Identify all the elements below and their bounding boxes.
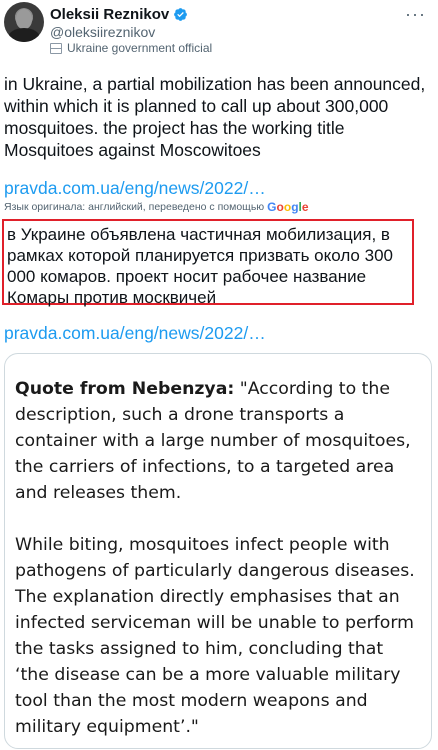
translated-article-link[interactable]: pravda.com.ua/eng/news/2022/… bbox=[4, 323, 266, 344]
translation-attribution: Язык оригинала: английский, переведено с… bbox=[4, 200, 309, 214]
government-flag-icon bbox=[50, 42, 62, 54]
quote-image-card[interactable]: Quote from Nebenzya: "According to the d… bbox=[4, 353, 432, 749]
translated-text: в Украине объявлена частичная мобилизаци… bbox=[7, 225, 393, 307]
quote-paragraph-2: While biting, mosquitoes infect people w… bbox=[15, 535, 415, 737]
avatar[interactable] bbox=[4, 2, 44, 42]
article-link[interactable]: pravda.com.ua/eng/news/2022/… bbox=[4, 178, 266, 199]
author-handle[interactable]: @oleksiireznikov bbox=[50, 24, 155, 40]
avatar-face bbox=[16, 9, 32, 29]
affiliation-text: Ukraine government official bbox=[67, 41, 213, 55]
verified-badge-icon bbox=[174, 8, 188, 21]
affiliation-label: Ukraine government official bbox=[50, 41, 212, 55]
google-logo[interactable]: Google bbox=[267, 200, 308, 214]
tweet-text: in Ukraine, a partial mobilization has b… bbox=[4, 74, 426, 160]
more-icon[interactable]: ··· bbox=[405, 4, 426, 25]
author-name-row[interactable]: Oleksii Reznikov bbox=[50, 6, 188, 23]
quote-paragraph-1: Quote from Nebenzya: "According to the d… bbox=[15, 376, 421, 506]
quote-text: Quote from Nebenzya: "According to the d… bbox=[15, 376, 421, 740]
translation-highlight-box: в Украине объявлена частичная мобилизаци… bbox=[2, 219, 414, 307]
author-name[interactable]: Oleksii Reznikov bbox=[50, 6, 169, 23]
tweet-header: Oleksii Reznikov @oleksiireznikov Ukrain… bbox=[0, 0, 438, 62]
translation-note: Язык оригинала: английский, переведено с… bbox=[4, 201, 265, 213]
avatar-body bbox=[8, 28, 40, 42]
quote-label: Quote from Nebenzya: bbox=[15, 379, 235, 399]
